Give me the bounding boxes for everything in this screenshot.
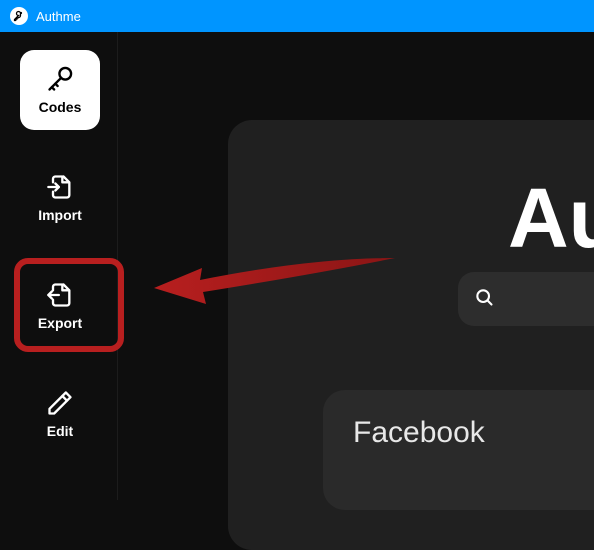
search-input[interactable] [458, 272, 594, 326]
key-icon [46, 65, 74, 93]
search-icon [474, 287, 494, 312]
sidebar-item-edit[interactable]: Edit [20, 374, 100, 454]
code-entry-name: Facebook [353, 416, 594, 450]
code-entry[interactable]: Facebook [323, 390, 594, 510]
app-icon [10, 7, 28, 25]
sidebar-item-codes[interactable]: Codes [20, 50, 100, 130]
sidebar-item-import[interactable]: Import [20, 158, 100, 238]
window-titlebar: Authme [0, 0, 594, 32]
pencil-icon [46, 389, 74, 417]
sidebar-item-label: Import [38, 207, 82, 223]
sidebar-item-label: Codes [39, 99, 82, 115]
file-import-icon [46, 173, 74, 201]
content-card: Au Facebook [228, 120, 594, 550]
sidebar-item-export[interactable]: Export [20, 266, 100, 346]
window-title: Authme [36, 9, 81, 24]
page-title: Au [508, 170, 594, 267]
workspace: Codes Import Export Edit Au [0, 32, 594, 500]
file-export-icon [46, 281, 74, 309]
sidebar-item-label: Export [38, 315, 82, 331]
main-content: Au Facebook [118, 32, 594, 500]
sidebar-item-label: Edit [47, 423, 73, 439]
sidebar: Codes Import Export Edit [0, 32, 118, 500]
